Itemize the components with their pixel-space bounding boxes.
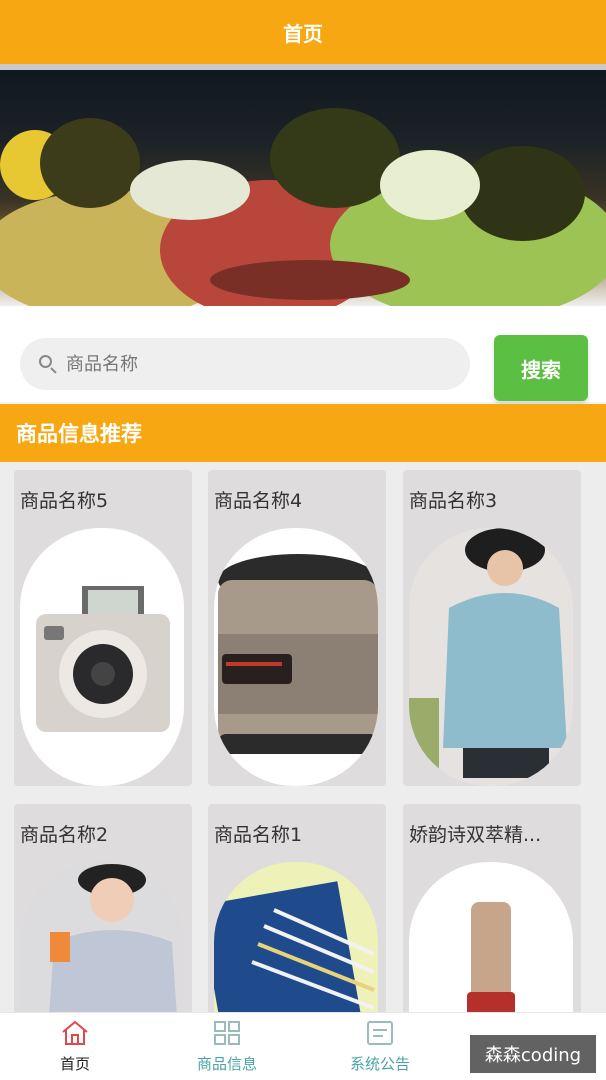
tab-home[interactable]: 首页	[0, 1013, 150, 1080]
notice-icon	[365, 1019, 395, 1047]
product-name: 商品名称3	[409, 490, 498, 512]
product-card[interactable]: 商品名称2	[14, 804, 192, 1012]
product-name: 商品名称5	[20, 490, 109, 512]
product-image[interactable]	[20, 862, 184, 1012]
section-title-text: 商品信息推荐	[16, 422, 142, 446]
home-icon	[60, 1019, 90, 1047]
search-button[interactable]: 搜索	[494, 335, 588, 401]
product-name: 商品名称4	[214, 490, 303, 512]
watermark: 森森coding	[470, 1035, 596, 1073]
search-icon	[38, 354, 58, 374]
product-card[interactable]: 商品名称4	[208, 470, 386, 786]
product-name: 娇韵诗双萃精...	[409, 824, 542, 846]
grid-icon	[212, 1019, 242, 1047]
product-card[interactable]: 商品名称5	[14, 470, 192, 786]
product-card[interactable]: 商品名称3	[403, 470, 581, 786]
product-image[interactable]	[409, 528, 573, 786]
product-grid: 商品名称5 商品名称4 商品名称3 商品名称2 商品名称1 娇韵诗双萃精...	[0, 462, 606, 1012]
product-card[interactable]: 商品名称1	[208, 804, 386, 1012]
search-input[interactable]	[66, 353, 446, 375]
banner-image[interactable]	[0, 70, 606, 306]
product-name: 商品名称1	[214, 824, 303, 846]
tab-products[interactable]: 商品信息	[152, 1013, 302, 1080]
tab-notices[interactable]: 系统公告	[305, 1013, 455, 1080]
top-nav-bar: 首页	[0, 0, 606, 64]
search-box[interactable]	[20, 338, 470, 390]
page-title: 首页	[283, 21, 323, 46]
tab-home-label: 首页	[59, 1055, 90, 1073]
tab-products-label: 商品信息	[196, 1055, 257, 1073]
search-section: 搜索	[0, 306, 606, 402]
product-image[interactable]	[214, 528, 378, 786]
tab-notices-label: 系统公告	[349, 1055, 410, 1073]
section-title: 商品信息推荐	[0, 404, 606, 462]
product-image[interactable]	[214, 862, 378, 1012]
product-image[interactable]	[20, 528, 184, 786]
product-name: 商品名称2	[20, 824, 109, 846]
product-card[interactable]: 娇韵诗双萃精...	[403, 804, 581, 1012]
product-image[interactable]	[409, 862, 573, 1012]
